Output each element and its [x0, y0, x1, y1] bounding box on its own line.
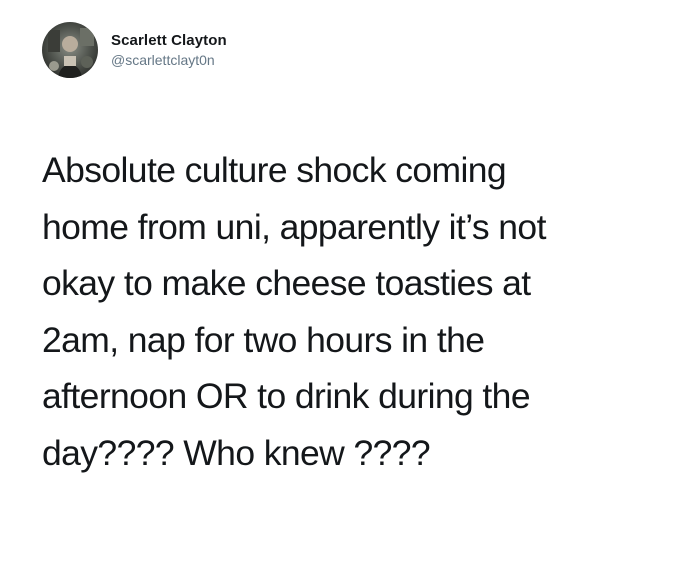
- tweet-text-line: home from uni, apparently it’s not: [42, 206, 546, 247]
- tweet-text-line: okay to make cheese toasties at: [42, 263, 531, 303]
- tweet-text: Absolute culture shock coming home from …: [42, 142, 682, 481]
- author-display-name[interactable]: Scarlett Clayton: [111, 31, 227, 50]
- tweet-text-line: day???? Who knew ????: [42, 432, 431, 473]
- author-identity: Scarlett Clayton @scarlettclayt0n: [111, 31, 227, 69]
- profile-photo-icon: [42, 22, 98, 78]
- tweet-text-line: 2am, nap for two hours in the: [42, 319, 485, 360]
- tweet-header: Scarlett Clayton @scarlettclayt0n: [42, 22, 227, 78]
- tweet-text-line: afternoon OR to drink during the: [42, 376, 531, 416]
- avatar[interactable]: [42, 22, 98, 78]
- tweet-text-line: Absolute culture shock coming: [42, 150, 507, 190]
- tweet-card: Scarlett Clayton @scarlettclayt0n Absolu…: [0, 0, 700, 562]
- author-handle[interactable]: @scarlettclayt0n: [111, 51, 227, 69]
